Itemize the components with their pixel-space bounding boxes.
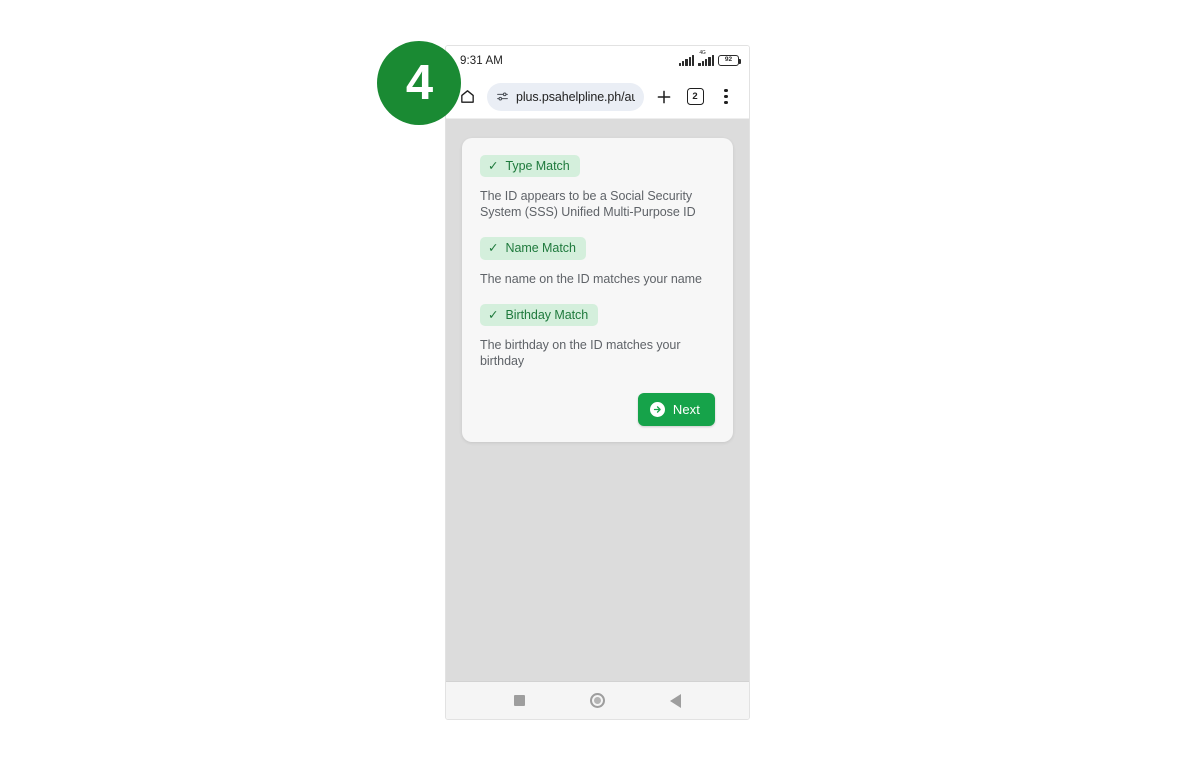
status-bar-icons: 4G 92 [678,51,742,66]
next-button-label: Next [672,402,700,418]
three-dot-menu-icon[interactable] [715,86,737,108]
android-nav-bar [446,681,749,719]
signal-icon [678,55,695,66]
browser-toolbar: plus.psahelpline.ph/au 2 [446,75,749,119]
card-actions: Next [480,393,715,427]
step-number-label: 4 [405,55,433,110]
plus-icon[interactable] [653,86,675,108]
page-viewport: ✓ Type Match The ID appears to be a Soci… [446,119,749,681]
check-icon: ✓ [488,158,499,173]
status-badge-label: Name Match [505,241,576,256]
result-description: The birthday on the ID matches your birt… [480,338,681,369]
screenshot-canvas: 9:31 AM 4G 92 plus.psahelpline.ph/au 2 ✓… [0,0,1200,774]
page-info-tune-icon[interactable] [496,90,509,103]
result-description: The ID appears to be a Social Security S… [480,189,696,220]
recents-square-icon[interactable] [499,682,539,720]
status-bar-clock: 9:31 AM [460,54,503,67]
status-badge-label: Type Match [505,159,570,173]
status-badge-label: Birthday Match [505,307,589,322]
phone-frame: 9:31 AM 4G 92 plus.psahelpline.ph/au 2 ✓… [445,45,750,720]
status-bar: 9:31 AM 4G 92 [446,46,749,75]
result-description: The name on the ID matches your name [480,271,702,286]
network-type-label: 4G [699,50,706,56]
omnibox[interactable]: plus.psahelpline.ph/au [487,82,644,111]
next-button[interactable]: Next [637,393,715,427]
url-text[interactable]: plus.psahelpline.ph/au [516,90,635,104]
battery-level-label: 92 [724,56,733,64]
tab-counter-icon[interactable]: 2 [684,86,706,108]
back-triangle-icon[interactable] [656,682,696,720]
arrow-right-circle-icon [649,402,665,418]
tab-count-label: 2 [686,88,704,105]
result-block-name-match: ✓ Name Match The name on the ID matches … [480,237,715,286]
status-badge-birthday-match: ✓ Birthday Match [480,303,599,327]
check-icon: ✓ [488,241,499,256]
home-circle-icon[interactable] [577,682,617,720]
result-block-birthday-match: ✓ Birthday Match The birthday on the ID … [480,303,715,369]
signal-4g-icon: 4G [698,51,714,66]
status-badge-name-match: ✓ Name Match [480,237,586,260]
check-icon: ✓ [488,307,499,322]
result-block-type-match: ✓ Type Match The ID appears to be a Soci… [480,155,715,220]
verification-results-card: ✓ Type Match The ID appears to be a Soci… [462,138,733,443]
battery-icon: 92 [718,55,742,66]
step-number-badge: 4 [377,41,461,125]
status-badge-type-match: ✓ Type Match [480,155,580,178]
